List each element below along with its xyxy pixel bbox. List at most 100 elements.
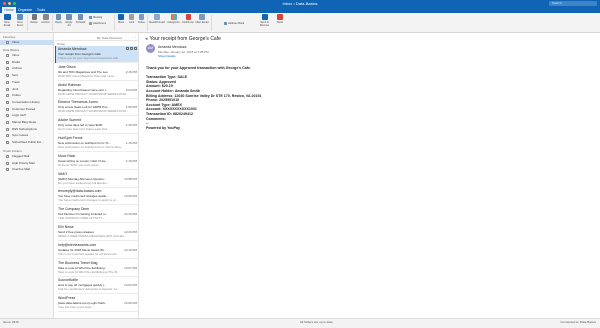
- folder-icon: [6, 74, 9, 78]
- move-label: Move: [117, 21, 125, 24]
- folder-item[interactable]: Subscribed Public Fol...: [0, 140, 54, 145]
- search-input[interactable]: Search: [549, 1, 597, 6]
- folder-item[interactable]: Clutter: [0, 93, 54, 98]
- row-actions: [126, 47, 137, 50]
- folder-item[interactable]: RSS Subscriptions: [0, 127, 54, 132]
- message-sender: Amanda Mendoza: [58, 47, 87, 51]
- message-preview: Thank you for your Approved transaction …: [58, 56, 121, 60]
- sort-dropdown[interactable]: By: Date Received: [97, 36, 122, 40]
- favorite-inbox[interactable]: Inbox: [0, 40, 54, 45]
- message-row[interactable]: Amanda Mendoza Your receipt from George's…: [55, 46, 138, 63]
- sender-name[interactable]: Amanda Mendoza: [158, 45, 186, 49]
- folder-item[interactable]: Drafts: [0, 60, 54, 65]
- item-count: Items: 2615: [3, 320, 19, 324]
- read-unread-button[interactable]: Read/Unread: [149, 14, 165, 32]
- store-label: Store: [276, 21, 284, 24]
- message-preview: 2018 GDPR PRIVACY WORKSHOP SERIES DOR...: [58, 91, 129, 96]
- message-row[interactable]: tennreply@data-basics.com You have credit…: [55, 188, 138, 206]
- folder-item[interactable]: Login stuff: [0, 113, 54, 118]
- read-unread-label: Read/Unread: [149, 21, 165, 24]
- reply-button[interactable]: Reply: [54, 14, 63, 32]
- favorites-header[interactable]: Favorites: [3, 35, 15, 39]
- folder-item[interactable]: Conversation History: [0, 100, 54, 105]
- message-row[interactable]: Abdul Rahman Regarding Cloud based voice …: [55, 82, 138, 99]
- smart-folder-item[interactable]: High Priority Mail: [0, 161, 54, 166]
- rules-button[interactable]: Rules: [137, 14, 146, 32]
- trash-icon: [31, 14, 37, 20]
- message-sender: Abdul Rahman: [58, 82, 82, 87]
- folder-pane: Favorites Inbox Data-Basics Inbox Drafts A…: [0, 33, 54, 318]
- message-row[interactable]: WordPress [www.data-basics.com] Login Not…: [55, 295, 138, 313]
- inbox-icon: [6, 41, 9, 44]
- junk-button[interactable]: Junk: [127, 14, 136, 32]
- sort-direction-icon[interactable]: ↓: [135, 35, 137, 39]
- folder-label: Trash: [12, 79, 20, 84]
- smart-folder-item[interactable]: Flagged Mail: [0, 154, 54, 159]
- message-preview: 2018 TRC Issue Magazine Plan and more...: [58, 73, 117, 78]
- message-row[interactable]: HubSpot Forms New submission on HubSpot F…: [55, 135, 138, 152]
- show-details-link[interactable]: Show Details: [158, 54, 176, 58]
- smart-folders-header[interactable]: Smart Folders: [3, 149, 22, 153]
- folder-item[interactable]: Junk: [0, 87, 54, 92]
- message-list: By: Date Received ↓ Today Amanda Mendoza…: [55, 33, 139, 318]
- folder-item[interactable]: Inbox: [0, 53, 54, 58]
- message-sender: help@stevieawards.com: [58, 242, 97, 247]
- reply-all-button[interactable]: Reply All: [64, 14, 74, 32]
- filter-email-button[interactable]: Filter Email: [195, 14, 209, 32]
- follow-up-button[interactable]: Follow Up: [182, 14, 194, 32]
- delete-button[interactable]: Delete: [29, 14, 39, 32]
- envelope-icon[interactable]: [134, 47, 137, 50]
- message-preview: Your site has a new login...: [58, 305, 94, 310]
- message-row[interactable]: EIN News Send 2 free press releases 12:20 …: [55, 224, 138, 241]
- address-book-button[interactable]: Address Book: [224, 21, 244, 25]
- message-row[interactable]: help@stevieawards.com Updates for 2018 St…: [55, 242, 138, 259]
- message-sender: WordPress: [58, 296, 76, 301]
- message-row[interactable]: The Business Travel Mag Take a Look At Wh…: [55, 260, 138, 277]
- message-preview: THE COMPANY DIME ACTIVITY...: [58, 216, 105, 221]
- folder-move-icon: [118, 14, 124, 20]
- new-email-button[interactable]: New Email: [1, 14, 13, 32]
- categorize-button[interactable]: Categorize: [166, 14, 181, 32]
- new-items-button[interactable]: New Items: [14, 14, 26, 32]
- forward-button[interactable]: Forward: [75, 14, 86, 32]
- folder-item[interactable]: Customer Posted: [0, 107, 54, 112]
- message-row[interactable]: The Company Dime Ted Pantzen On Getting I…: [55, 206, 138, 224]
- delete-icon[interactable]: [126, 47, 129, 50]
- account-header[interactable]: Data-Basics: [3, 48, 19, 52]
- store-button[interactable]: Store: [275, 14, 285, 32]
- folder-icon: [6, 134, 9, 138]
- message-row[interactable]: Adobe Summit Only a few days left to save…: [55, 117, 138, 135]
- folder-item[interactable]: Trash: [0, 80, 54, 85]
- folder-label: Subscribed Public Fol...: [12, 140, 44, 145]
- flag-icon[interactable]: [130, 47, 133, 50]
- message-row[interactable]: Jane Olson IIG and TRC Magazines and The …: [55, 64, 138, 81]
- message-sender: The Business Travel Mag: [58, 260, 98, 265]
- message-row[interactable]: Muck Rack Great writing on a topic I wish…: [55, 153, 138, 170]
- meeting-button[interactable]: Meeting: [89, 15, 102, 19]
- junk-icon: [129, 14, 134, 20]
- message-sender: Muck Rack: [58, 153, 76, 158]
- smart-folder-item[interactable]: Overdue Mail: [0, 167, 54, 172]
- new-email-label: New Email: [3, 21, 11, 27]
- message-preview: Hi there! While you were away...: [58, 162, 101, 167]
- meeting-label: Meeting: [93, 15, 103, 19]
- reply-icon: [56, 14, 61, 20]
- attachment-button[interactable]: Attachment: [89, 21, 106, 25]
- folder-item[interactable]: Sent: [0, 73, 54, 78]
- folder-item[interactable]: Sync Issues: [0, 133, 54, 138]
- folder-item[interactable]: Marvel Blog Ideas: [0, 120, 54, 125]
- folder-label: High Priority Mail: [12, 160, 35, 165]
- send-receive-button[interactable]: Send & Receive: [258, 14, 271, 32]
- move-button[interactable]: Move: [116, 14, 126, 32]
- archive-button[interactable]: Archive: [40, 14, 51, 32]
- folder-item[interactable]: Archive: [0, 66, 54, 71]
- message-row[interactable]: IAMO [IAMO] Monday Afternoon Questio... 12…: [55, 171, 138, 188]
- folder-icon: [6, 100, 9, 104]
- folder-label: Sync Issues: [12, 133, 29, 138]
- message-preview: 2018 GDPR PRIVACY WORKSHOP SERIES DOR...: [58, 109, 129, 114]
- message-row[interactable]: Eleanor Theriamus Jones Only a Few Seats …: [55, 99, 138, 117]
- collapse-arrow-icon[interactable]: ◂: [145, 36, 148, 42]
- message-row[interactable]: SourceBottle How to pay off mortgages qui…: [55, 277, 138, 295]
- junk-label: Junk: [128, 21, 135, 24]
- message-preview: You have credit card changes to apply to…: [58, 198, 119, 203]
